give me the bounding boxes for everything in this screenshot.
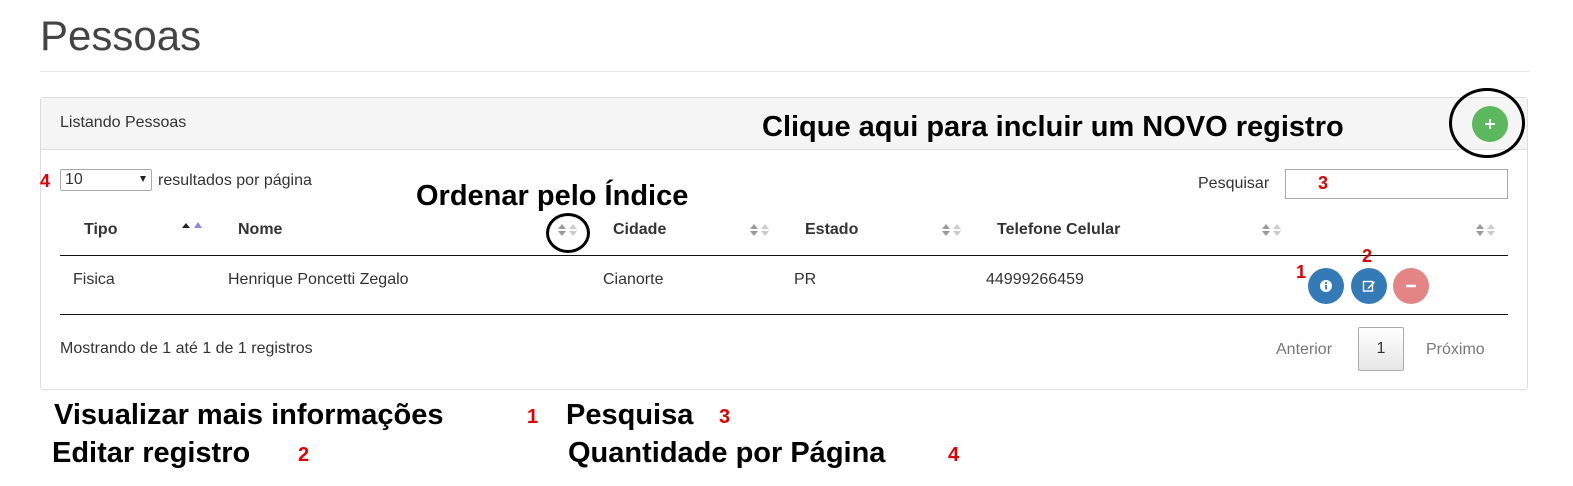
sort-icon[interactable]: [1474, 222, 1496, 238]
pagination-page-1[interactable]: 1: [1358, 327, 1404, 371]
add-note: Clique aqui para incluir um NOVO registr…: [762, 111, 1344, 143]
legend-marker-one: 1: [527, 406, 539, 428]
page-title: Pessoas: [40, 12, 202, 59]
edit-icon: [1362, 280, 1375, 292]
column-header-telefone[interactable]: Telefone Celular: [997, 221, 1120, 239]
order-note: Ordenar pelo Índice: [416, 180, 689, 212]
legend-marker-four: 4: [948, 444, 960, 466]
edit-record-button[interactable]: [1351, 268, 1387, 304]
page-length-label: resultados por página: [158, 172, 312, 189]
add-record-button[interactable]: [1472, 106, 1508, 142]
table-info: Mostrando de 1 até 1 de 1 registros: [60, 340, 313, 357]
column-header-nome[interactable]: Nome: [238, 221, 282, 239]
marker-three: 3: [1318, 173, 1329, 193]
table-footer-border: [60, 314, 1508, 315]
cell-tipo: Fisica: [73, 271, 115, 288]
sort-highlight-ring: [546, 213, 590, 253]
marker-one: 1: [1296, 262, 1307, 282]
column-header-cidade[interactable]: Cidade: [613, 221, 666, 239]
chevron-down-icon: [140, 176, 146, 182]
plus-icon: [1485, 119, 1495, 129]
sort-asc-icon[interactable]: [180, 220, 202, 236]
sort-icon[interactable]: [940, 222, 962, 238]
marker-four: 4: [40, 171, 51, 191]
marker-two: 2: [1362, 246, 1373, 266]
sort-icon[interactable]: [1260, 222, 1282, 238]
pagination-next[interactable]: Próximo: [1426, 341, 1485, 359]
column-header-tipo[interactable]: Tipo: [84, 221, 117, 239]
view-details-button[interactable]: [1308, 268, 1344, 304]
legend-marker-two: 2: [298, 444, 310, 466]
cell-cidade: Cianorte: [603, 271, 664, 288]
pagination-previous[interactable]: Anterior: [1276, 341, 1332, 359]
cell-telefone: 44999266459: [986, 271, 1084, 288]
minus-icon: [1406, 284, 1416, 288]
page-length-value: 10: [65, 171, 83, 188]
panel-title: Listando Pessoas: [60, 114, 187, 131]
page-length-select[interactable]: 10: [60, 169, 152, 191]
delete-record-button[interactable]: [1393, 268, 1429, 304]
legend-per-page: Quantidade por Página: [568, 437, 886, 469]
sort-icon[interactable]: [748, 222, 770, 238]
title-divider: [40, 71, 1530, 72]
legend-view: Visualizar mais informações: [54, 399, 444, 431]
info-icon: [1320, 280, 1332, 292]
legend-search: Pesquisa: [566, 399, 694, 431]
cell-estado: PR: [794, 271, 817, 288]
legend-edit: Editar registro: [52, 437, 251, 469]
column-header-estado[interactable]: Estado: [805, 221, 858, 239]
table-header-border: [60, 255, 1508, 256]
legend-marker-three: 3: [719, 406, 731, 428]
cell-nome: Henrique Poncetti Zegalo: [228, 271, 409, 288]
search-label: Pesquisar: [1198, 175, 1270, 192]
